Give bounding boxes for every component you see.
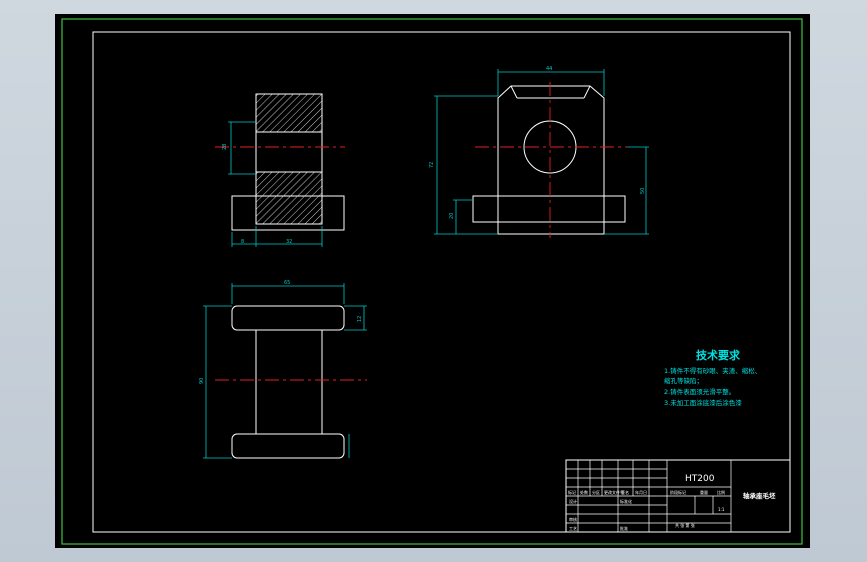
mid-label-3: 阶段标记 xyxy=(670,489,686,495)
dim-front-right-height: 50 xyxy=(640,188,646,194)
title-material: HT200 xyxy=(685,474,715,484)
mid-label-1: 标准化 xyxy=(620,498,632,504)
row-label-5: 签名 xyxy=(621,489,629,495)
notes-line-3: 2.铸件表面须光滑平整。 xyxy=(664,387,735,396)
cad-viewport[interactable]: 28 8 32 44 72 20 50 65 90 12 技术要求 1.铸件不得… xyxy=(55,14,810,548)
plan-bottom-flange xyxy=(231,433,345,459)
mid-label-5: 比例 xyxy=(717,489,725,495)
front-body-outline xyxy=(497,85,605,222)
inner-frame xyxy=(92,31,791,533)
mid-label-2: 批准 xyxy=(620,525,628,531)
notes-line-4: 3.未加工面涂底漆后涂色漆 xyxy=(664,398,742,407)
left-label-3: 工艺 xyxy=(569,526,577,531)
side-upper-hatch xyxy=(255,93,323,133)
front-base xyxy=(472,195,626,223)
title-sheet-text: 共 张 第 张 xyxy=(675,522,695,528)
dim-front-left-height: 72 xyxy=(429,162,435,168)
front-dimensions xyxy=(434,69,649,235)
outer-frame xyxy=(61,18,803,545)
front-base-bottom xyxy=(497,221,605,235)
row-label-2: 处数 xyxy=(580,489,588,495)
notes-line-2: 缩孔等缺陷； xyxy=(664,376,703,385)
side-view xyxy=(231,93,345,231)
row-label-3: 分区 xyxy=(592,489,600,495)
notes-line-1: 1.铸件不得有砂眼、夹渣、缩松、 xyxy=(664,366,761,375)
mid-label-4: 重量 xyxy=(700,489,708,495)
dim-side-bottom-left: 8 xyxy=(241,239,244,245)
dim-plan-height: 90 xyxy=(199,378,205,384)
dim-plan-flange: 12 xyxy=(357,316,363,322)
dim-plan-width: 65 xyxy=(284,280,290,286)
notes-title: 技术要求 xyxy=(696,348,741,362)
side-lower-hatch xyxy=(255,171,323,225)
plan-view xyxy=(231,305,345,459)
front-view xyxy=(472,85,626,235)
dim-side-left-height: 28 xyxy=(222,144,228,150)
plan-top-flange xyxy=(231,305,345,331)
dim-front-width: 44 xyxy=(546,66,552,72)
title-part-name: 轴承座毛坯 xyxy=(743,491,776,500)
dim-side-bottom-right: 32 xyxy=(286,239,292,245)
row-label-1: 标记 xyxy=(568,489,576,495)
dim-front-small: 20 xyxy=(449,213,455,219)
engineering-drawing: 28 8 32 44 72 20 50 65 90 12 技术要求 1.铸件不得… xyxy=(61,18,803,545)
left-label-1: 设计 xyxy=(569,498,577,504)
technical-notes: 技术要求 1.铸件不得有砂眼、夹渣、缩松、 缩孔等缺陷； 2.铸件表面须光滑平整… xyxy=(664,348,761,407)
plan-dimensions xyxy=(203,283,367,459)
row-label-6: 年月日 xyxy=(635,489,647,495)
left-label-2: 审核 xyxy=(569,516,577,522)
title-scale: 1:1 xyxy=(718,507,725,512)
